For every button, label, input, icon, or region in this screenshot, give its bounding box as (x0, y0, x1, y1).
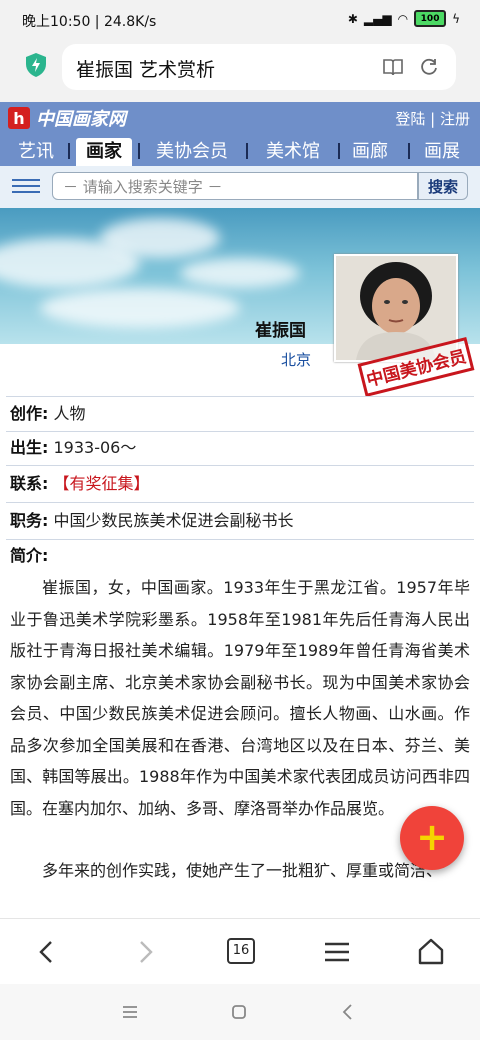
info-row-intro: 简介: (6, 541, 474, 571)
nav-separator (68, 143, 70, 159)
logo-text: 中国画家网 (36, 109, 126, 130)
intro-paragraph: 崔振国，女，中国画家。1933年生于黑龙江省。1957年毕业于鲁迅美术学院彩墨系… (10, 578, 470, 818)
nav-separator (246, 143, 248, 159)
charging-icon: ϟ (452, 11, 460, 26)
tabs-button[interactable]: 16 (227, 938, 255, 964)
contact-link[interactable]: 【有奖征集】 (54, 474, 150, 493)
nav-separator (408, 143, 410, 159)
search-button[interactable]: 搜索 (418, 172, 468, 200)
tab-exhibition[interactable]: 画展 (424, 138, 460, 166)
home-button-icon[interactable] (229, 1002, 249, 1022)
logo-mark-icon: h (8, 107, 30, 129)
refresh-icon[interactable] (418, 56, 440, 78)
system-back-icon[interactable] (338, 1002, 358, 1022)
info-key: 职务: (10, 511, 49, 530)
tab-museum[interactable]: 美术馆 (266, 138, 320, 166)
login-register-link[interactable]: 登陆 | 注册 (395, 108, 470, 129)
banner-cloud (100, 218, 220, 258)
info-value: 1933-06～ (53, 438, 137, 457)
address-field[interactable]: 崔振国 艺术赏析 (62, 44, 456, 90)
info-row-genre: 创作: 人物 (6, 396, 474, 432)
info-key: 联系: (10, 474, 49, 493)
site-search-row: － 请输入搜索关键字 － 搜索 (0, 166, 480, 208)
info-key: 出生: (10, 438, 49, 457)
recents-icon[interactable] (120, 1002, 140, 1022)
status-bar: 晚上10:50 | 24.8K/s ✱ ▂▄▆ ◠ 100 ϟ (0, 0, 480, 40)
banner-cloud (40, 288, 240, 328)
bluetooth-icon: ✱ (347, 11, 358, 26)
info-key: 创作: (10, 404, 49, 423)
menu-lines-icon[interactable] (320, 935, 354, 969)
tab-gallery[interactable]: 画廊 (352, 138, 388, 166)
search-input[interactable]: － 请输入搜索关键字 － (52, 172, 418, 200)
system-nav-bar (0, 984, 480, 1040)
status-icons: ✱ ▂▄▆ ◠ 100 ϟ (348, 10, 460, 27)
tab-news[interactable]: 艺讯 (18, 138, 54, 166)
status-time: 晚上10:50 | 24.8K/s (22, 14, 157, 30)
info-row-birth: 出生: 1933-06～ (6, 431, 474, 466)
info-row-contact: 联系: 【有奖征集】 (6, 466, 474, 503)
home-icon[interactable] (414, 935, 448, 969)
forward-icon[interactable] (128, 935, 162, 969)
artist-name: 崔振国 (255, 321, 306, 341)
info-row-position: 职务: 中国少数民族美术促进会副秘书长 (6, 503, 474, 540)
add-fab-button[interactable]: + (400, 806, 464, 870)
banner-cloud (180, 258, 300, 288)
intro-paragraph: 多年来的创作实践，使她产生了一批粗犷、厚重或简洁、 (42, 861, 443, 880)
menu-icon[interactable] (12, 175, 40, 199)
site-header: h 中国画家网 登陆 | 注册 (0, 102, 480, 134)
info-value: 中国少数民族美术促进会副秘书长 (53, 511, 294, 530)
nav-separator (138, 143, 140, 159)
back-icon[interactable] (30, 935, 64, 969)
shield-icon[interactable] (24, 52, 48, 78)
browser-address-bar: 崔振国 艺术赏析 (0, 40, 480, 102)
intro-label: 简介: (10, 546, 49, 565)
nav-separator (338, 143, 340, 159)
page-title: 崔振国 艺术赏析 (76, 59, 216, 81)
site-nav: 艺讯 画家 美协会员 美术馆 画廊 画展 (0, 134, 480, 166)
tab-members[interactable]: 美协会员 (156, 138, 228, 166)
site-logo[interactable]: h 中国画家网 (8, 106, 126, 130)
wifi-icon: ◠ (397, 11, 409, 26)
reader-mode-icon[interactable] (382, 56, 404, 78)
tab-painters[interactable]: 画家 (76, 138, 132, 166)
artist-location[interactable]: 北京 (281, 349, 311, 370)
info-value: 人物 (53, 404, 86, 423)
battery-icon: 100 (414, 10, 447, 27)
signal-icon: ▂▄▆ (363, 11, 392, 26)
